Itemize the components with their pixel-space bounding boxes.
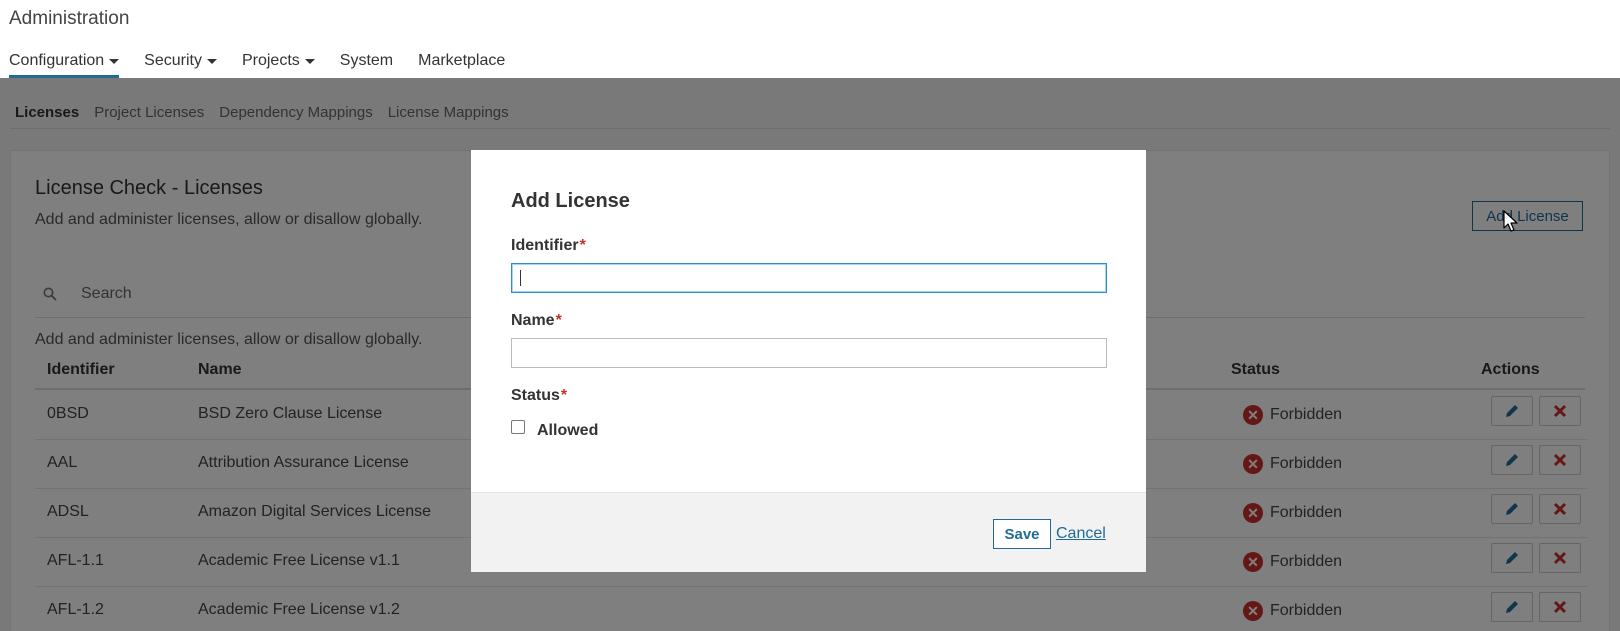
required-mark: * [560, 387, 568, 404]
identifier-label-text: Identifier [511, 237, 579, 254]
identifier-input[interactable] [511, 263, 1107, 293]
main-nav: Configuration Security Projects System M… [9, 52, 530, 78]
name-label-text: Name [511, 312, 555, 329]
cancel-link[interactable]: Cancel [1056, 525, 1106, 543]
allowed-label[interactable]: Allowed [537, 422, 598, 440]
nav-security[interactable]: Security [144, 52, 217, 78]
add-license-dialog: Add License Identifier* Name* Status* Al… [471, 150, 1146, 572]
status-label: Status* [511, 387, 567, 405]
required-mark: * [579, 237, 586, 254]
nav-marketplace[interactable]: Marketplace [418, 52, 505, 78]
nav-marketplace-label: Marketplace [418, 52, 506, 69]
status-label-text: Status [511, 387, 560, 404]
app-title: Administration [9, 8, 130, 29]
save-button[interactable]: Save [993, 519, 1051, 549]
allowed-checkbox[interactable] [511, 420, 525, 434]
text-cursor [520, 270, 521, 286]
chevron-down-icon [304, 59, 315, 64]
nav-projects-label: Projects [241, 52, 300, 69]
name-input[interactable] [511, 338, 1107, 368]
chevron-down-icon [109, 59, 120, 64]
name-label: Name* [511, 312, 562, 330]
nav-system-label: System [339, 52, 394, 69]
dialog-footer: Save Cancel [471, 492, 1146, 572]
dialog-title: Add License [511, 190, 630, 212]
chevron-down-icon [206, 59, 217, 64]
mouse-pointer-icon [1503, 210, 1518, 232]
required-mark: * [555, 312, 562, 329]
nav-security-label: Security [144, 52, 202, 69]
nav-system[interactable]: System [340, 52, 393, 78]
nav-configuration[interactable]: Configuration [9, 52, 120, 78]
app-header: Administration Configuration Security Pr… [0, 0, 1620, 78]
nav-configuration-label: Configuration [9, 52, 105, 69]
nav-projects[interactable]: Projects [242, 52, 315, 78]
identifier-label: Identifier* [511, 237, 586, 255]
